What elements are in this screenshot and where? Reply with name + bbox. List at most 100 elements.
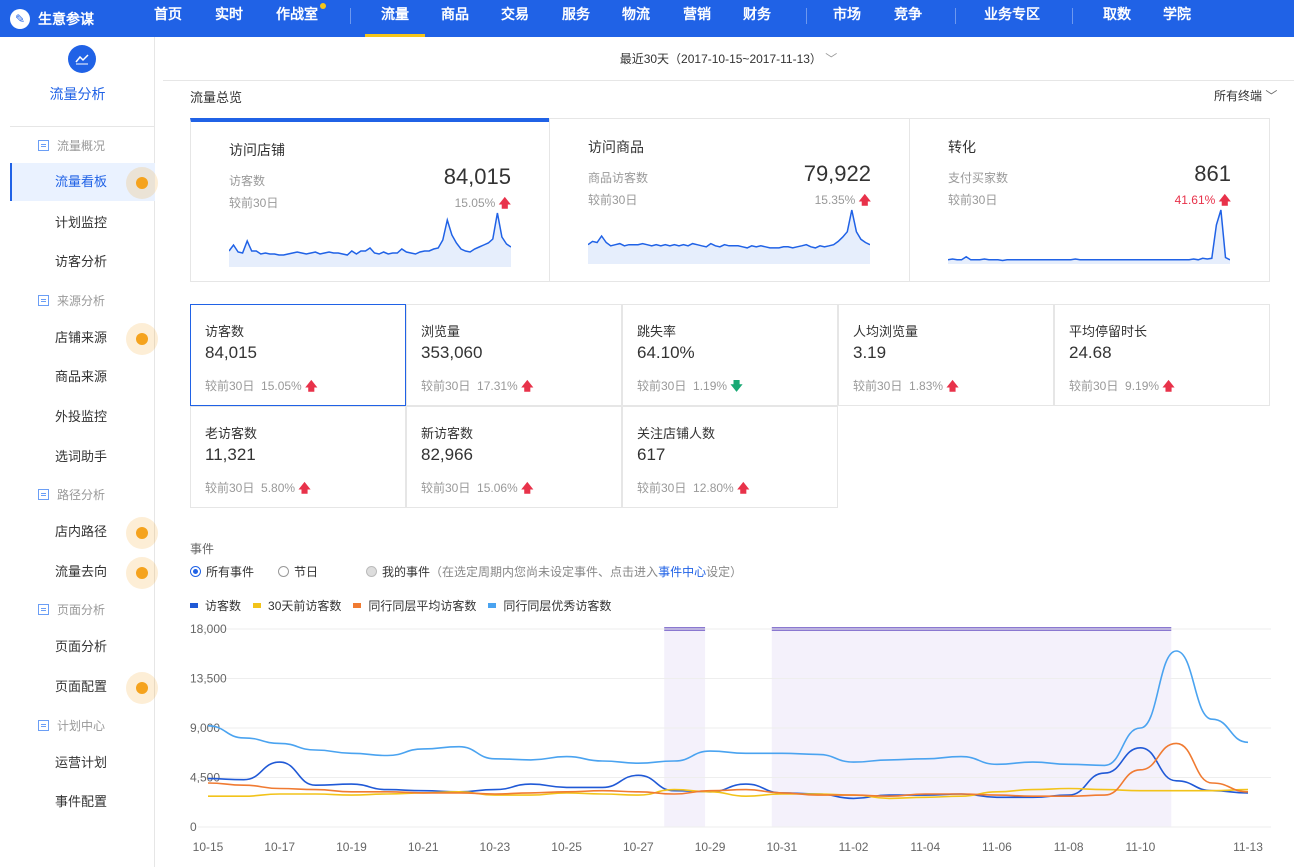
chart-legend: 访客数 30天前访客数 同行同层平均访客数 同行同层优秀访客数	[190, 597, 623, 614]
sparkline-area	[948, 210, 1230, 264]
nav-item-warroom[interactable]: 作战室	[276, 0, 318, 37]
new-badge-dot	[126, 517, 158, 549]
y-tick-label: 0	[190, 820, 197, 834]
card-title: 转化	[948, 139, 976, 155]
nav-item-market[interactable]: 市场	[833, 0, 861, 37]
metric-returning-visitors[interactable]: 老访客数 11,321 较前30日 5.80% 🡅	[190, 406, 406, 508]
sidebar-item-plan-monitor[interactable]: 计划监控	[10, 204, 155, 242]
date-range-selector[interactable]: 最近30天（2017-10-15~2017-11-13） ﹀	[163, 37, 1294, 81]
x-tick-label: 10-17	[264, 840, 295, 854]
metric-compare: 较前30日 9.19% 🡅	[1069, 379, 1175, 393]
sparkline	[588, 209, 870, 264]
legend-item-peer-top[interactable]: 同行同层优秀访客数	[488, 597, 611, 614]
event-filter: 所有事件 节日 我的事件 （在选定周期内您尚未设定事件、点击进入 事件中心 设定…	[190, 563, 742, 580]
x-tick-label: 11-08	[1054, 840, 1084, 854]
arrow-up-icon: 🡅	[1162, 379, 1175, 393]
event-center-link[interactable]: 事件中心	[658, 563, 706, 580]
new-badge-dot	[126, 323, 158, 355]
section-icon	[38, 489, 49, 500]
card-product-visits[interactable]: 访问商品 商品访客数 79,922 较前30日 15.35% 🡅	[549, 118, 910, 282]
sidebar-item-product-source[interactable]: 商品来源	[10, 358, 155, 396]
nav-item-trade[interactable]: 交易	[501, 0, 529, 37]
x-tick-label: 11-13	[1233, 840, 1263, 854]
radio-all-events[interactable]: 所有事件	[190, 563, 254, 580]
legend-item-visitors[interactable]: 访客数	[190, 597, 241, 614]
card-label: 支付买家数	[948, 171, 1009, 185]
sidebar-item-external-monitor[interactable]: 外投监控	[10, 398, 155, 436]
compass-icon: ✎	[10, 8, 30, 29]
section-label: 流量概况	[57, 139, 106, 153]
metric-name: 平均停留时长	[1069, 324, 1148, 339]
legend-item-prev-visitors[interactable]: 30天前访客数	[253, 597, 341, 614]
nav-item-finance[interactable]: 财务	[743, 0, 771, 37]
section-label: 页面分析	[57, 603, 106, 617]
events-note-suffix: 设定）	[706, 565, 743, 579]
metric-store-followers[interactable]: 关注店铺人数 617 较前30日 12.80% 🡅	[622, 406, 838, 508]
metric-compare: 较前30日 15.05% 🡅	[205, 379, 318, 393]
nav-item-academy[interactable]: 学院	[1163, 0, 1191, 37]
nav-item-logistics[interactable]: 物流	[622, 0, 650, 37]
x-tick-label: 10-15	[193, 840, 224, 854]
nav-item-service[interactable]: 服务	[562, 0, 590, 37]
legend-swatch	[190, 603, 198, 608]
terminal-select[interactable]: 所有终端 ﹀	[1214, 87, 1277, 104]
sparkline-area	[588, 210, 870, 264]
sparkline	[948, 209, 1230, 264]
arrow-up-icon: 🡅	[305, 379, 318, 393]
card-conversion[interactable]: 转化 支付买家数 861 较前30日 41.61% 🡅	[909, 118, 1270, 282]
x-tick-label: 10-27	[623, 840, 654, 854]
legend-swatch	[488, 603, 497, 608]
metric-compare: 较前30日 17.31% 🡅	[421, 379, 534, 393]
sidebar-item-keyword-helper[interactable]: 选词助手	[10, 438, 155, 476]
sidebar-item-visitor-analysis[interactable]: 访客分析	[10, 243, 155, 281]
metric-value: 84,015	[205, 343, 257, 362]
nav-item-realtime[interactable]: 实时	[215, 0, 243, 37]
sidebar-item-event-config[interactable]: 事件配置	[10, 783, 155, 821]
card-value: 79,922	[803, 161, 871, 186]
sidebar-item-ops-plan[interactable]: 运营计划	[10, 744, 155, 782]
arrow-up-icon: 🡅	[521, 481, 534, 495]
chevron-down-icon: ﹀	[1265, 89, 1278, 103]
legend-item-peer-avg[interactable]: 同行同层平均访客数	[353, 597, 476, 614]
date-range-text: 最近30天（2017-10-15~2017-11-13）	[619, 52, 822, 66]
sidebar-title: 流量分析	[49, 86, 106, 102]
y-tick-label: 13,500	[190, 672, 227, 686]
metric-new-visitors[interactable]: 新访客数 82,966 较前30日 15.06% 🡅	[406, 406, 622, 508]
metric-value: 82,966	[421, 445, 473, 464]
metric-avg-stay-time[interactable]: 平均停留时长 24.68 较前30日 9.19% 🡅	[1054, 304, 1270, 406]
metric-visitors[interactable]: 访客数 84,015 较前30日 15.05% 🡅	[190, 304, 406, 406]
nav-item-data-fetch[interactable]: 取数	[1103, 0, 1131, 37]
section-icon	[38, 604, 49, 615]
radio-my-events[interactable]: 我的事件	[366, 563, 430, 580]
metric-name: 浏览量	[421, 324, 461, 339]
legend-swatch	[353, 603, 362, 608]
radio-holidays[interactable]: 节日	[278, 563, 318, 580]
sidebar: 流量分析 流量概况 流量看板 计划监控 访客分析 来源分析 店铺来源 商品来源 …	[0, 37, 158, 867]
nav-item-home[interactable]: 首页	[154, 0, 182, 37]
x-tick-label: 10-25	[551, 840, 582, 854]
card-store-visits[interactable]: 访问店铺 访客数 84,015 较前30日 15.05% 🡅	[190, 118, 550, 282]
metric-name: 老访客数	[205, 426, 258, 441]
nav-item-traffic[interactable]: 流量	[365, 0, 425, 37]
metric-value: 617	[637, 445, 666, 464]
section-label: 路径分析	[57, 488, 106, 502]
nav-item-business-zone[interactable]: 业务专区	[984, 0, 1040, 37]
brand[interactable]: ✎ 生意参谋	[10, 0, 94, 37]
metric-bounce-rate[interactable]: 跳失率 64.10% 较前30日 1.19% 🡇	[622, 304, 838, 406]
radio-icon	[278, 566, 290, 577]
nav-item-products[interactable]: 商品	[441, 0, 469, 37]
metric-compare: 较前30日 5.80% 🡅	[205, 481, 311, 495]
metric-pageviews[interactable]: 浏览量 353,060 较前30日 17.31% 🡅	[406, 304, 622, 406]
metric-avg-pageviews[interactable]: 人均浏览量 3.19 较前30日 1.83% 🡅	[838, 304, 1054, 406]
sidebar-item-page-analysis[interactable]: 页面分析	[10, 628, 155, 666]
metric-value: 353,060	[421, 343, 483, 362]
y-tick-label: 9,000	[190, 721, 220, 735]
nav-item-marketing[interactable]: 营销	[683, 0, 711, 37]
section-title: 流量总览	[190, 90, 243, 105]
metric-value: 3.19	[853, 343, 887, 362]
sidebar-section-source: 来源分析	[38, 292, 105, 309]
arrow-up-icon: 🡅	[521, 379, 534, 393]
nav-item-competition[interactable]: 竞争	[894, 0, 922, 37]
metric-compare: 较前30日 12.80% 🡅	[637, 481, 750, 495]
sidebar-divider	[10, 126, 155, 127]
